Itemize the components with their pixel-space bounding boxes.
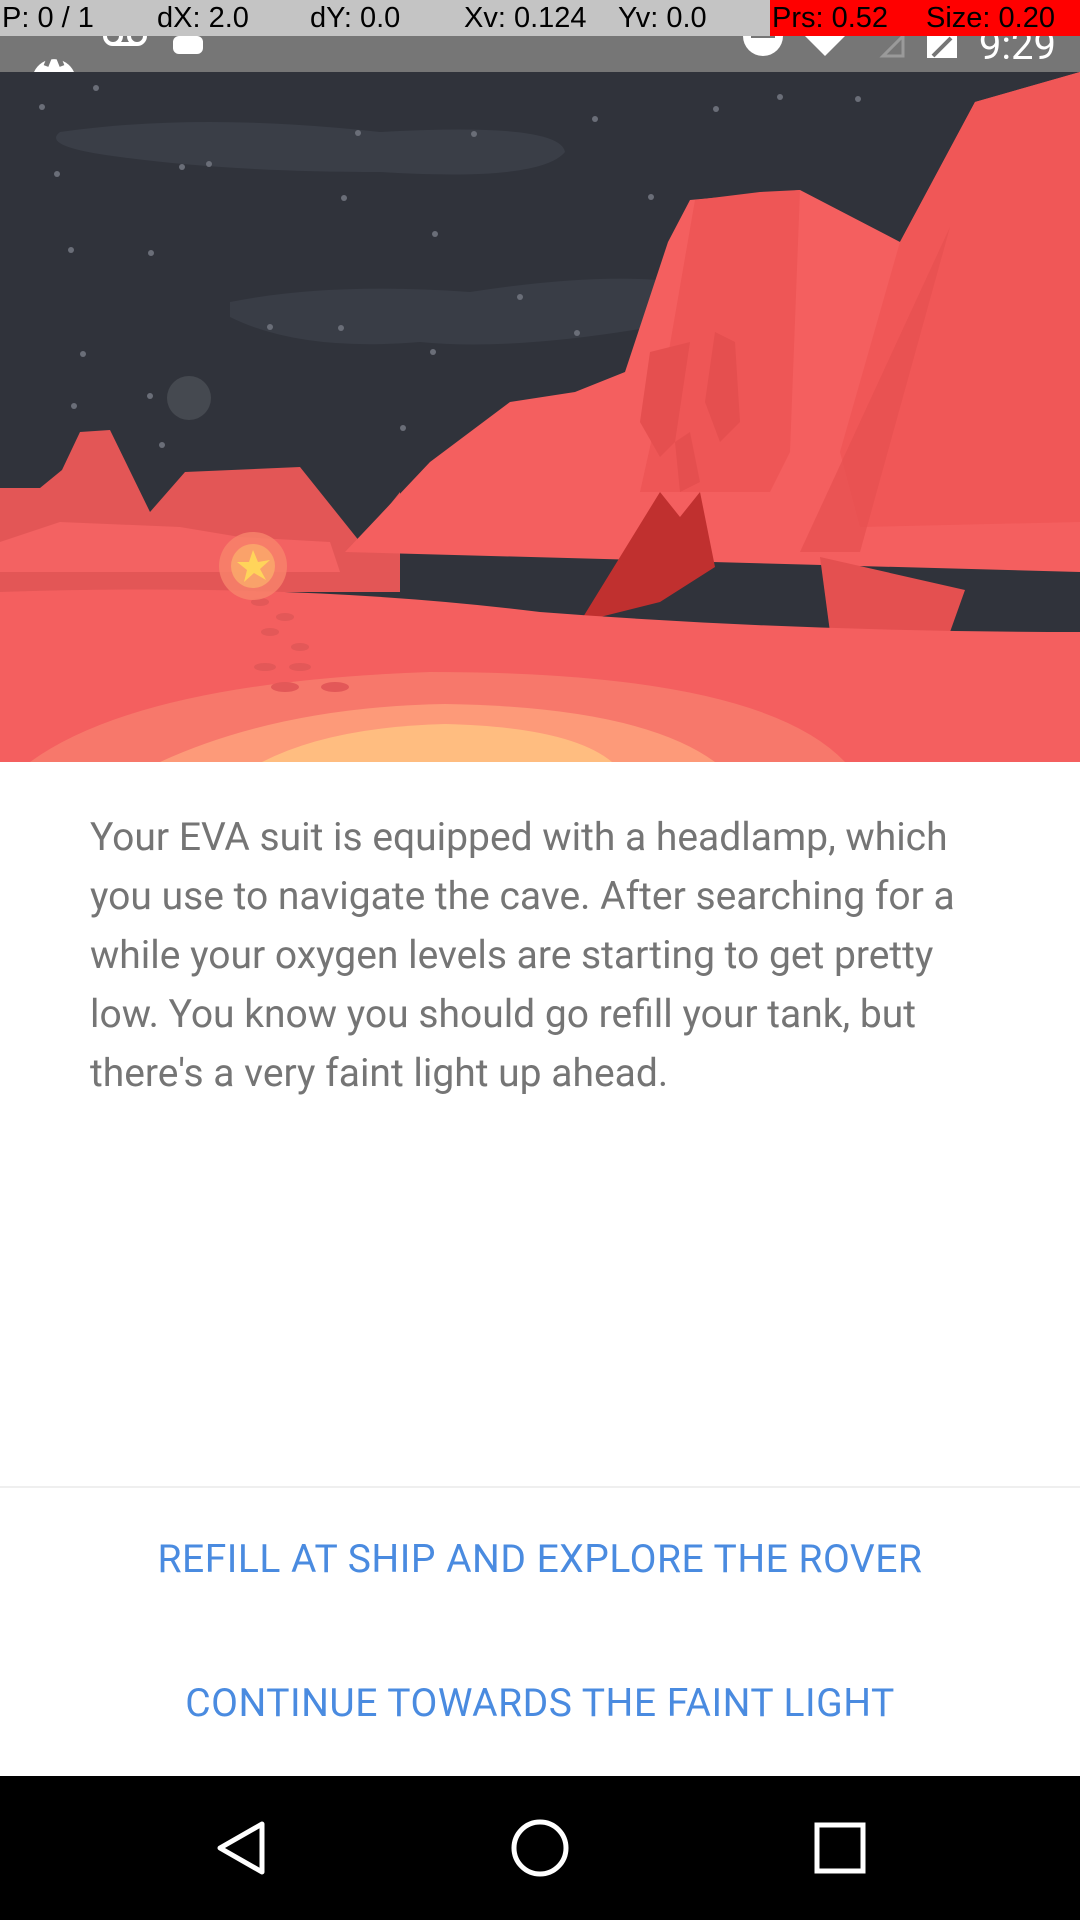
choice-faint-light-button[interactable]: CONTINUE TOWARDS THE FAINT LIGHT: [0, 1680, 1080, 1726]
story-text: Your EVA suit is equipped with a headlam…: [90, 814, 955, 1096]
do-not-disturb-icon: [742, 36, 783, 56]
back-triangle-icon: [217, 1821, 265, 1875]
scene-illustration: [0, 72, 1080, 762]
mars-canyon-illustration: [0, 72, 1080, 762]
android-icon: [173, 36, 203, 54]
battery-icon: [926, 36, 957, 58]
debug-yv: Yv: 0.0: [618, 2, 707, 34]
debug-dx: dX: 2.0: [157, 2, 249, 34]
wifi-icon: [804, 36, 845, 56]
navigation-bar: [0, 1776, 1080, 1920]
choice-refill-ship-button[interactable]: REFILL AT SHIP AND EXPLORE THE ROVER: [0, 1536, 1080, 1582]
app-icon: [34, 39, 74, 72]
debug-pointer: P: 0 / 1: [2, 2, 94, 34]
home-button[interactable]: [440, 1776, 640, 1920]
debug-dy: dY: 0.0: [310, 2, 401, 34]
recent-square-icon: [814, 1822, 866, 1874]
debug-xv: Xv: 0.124: [464, 2, 587, 34]
home-circle-icon: [511, 1819, 569, 1877]
debug-size: Size: 0.20: [924, 0, 1080, 36]
choices-divider: [0, 1486, 1080, 1488]
status-bar: 9:29: [0, 22, 1080, 72]
voicemail-icon: [103, 36, 147, 46]
signal-icon: [879, 36, 905, 58]
pointer-location-overlay: P: 0 / 1 dX: 2.0 dY: 0.0 Xv: 0.124 Yv: 0…: [0, 0, 1080, 36]
back-button[interactable]: [140, 1776, 340, 1920]
debug-pressure: Prs: 0.52: [770, 0, 924, 36]
screen: P: 0 / 1 dX: 2.0 dY: 0.0 Xv: 0.124 Yv: 0…: [0, 0, 1080, 1920]
recent-apps-button[interactable]: [740, 1776, 940, 1920]
